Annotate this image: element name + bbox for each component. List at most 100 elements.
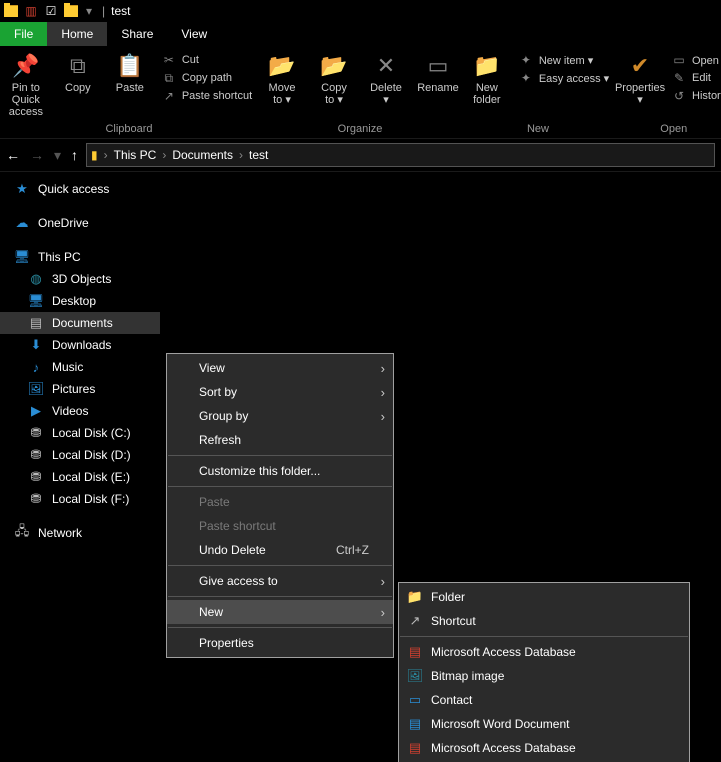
sidebar-item-disk-e[interactable]: ⛃Local Disk (E:) [0, 466, 160, 488]
menu-item-view[interactable]: View › [167, 356, 393, 380]
history-icon: ↺ [672, 89, 686, 103]
properties-icon: ✔ [626, 52, 654, 80]
sidebar-item-documents[interactable]: ▤Documents [0, 312, 160, 334]
edit-button[interactable]: ✎Edit [668, 70, 721, 86]
crumb-test[interactable]: test [249, 148, 268, 162]
sidebar-item-pictures[interactable]: 🖼Pictures [0, 378, 160, 400]
crumb-thispc[interactable]: This PC [114, 148, 157, 162]
menu-item-label: New [199, 605, 223, 619]
menu-home[interactable]: Home [47, 22, 107, 46]
menu-shortcut: Ctrl+Z [336, 543, 369, 557]
menu-item-shortcut[interactable]: ↗Shortcut [399, 609, 689, 633]
chevron-right-icon: › [381, 574, 385, 589]
contact-icon: ▭ [407, 692, 423, 708]
menu-item-giveaccess[interactable]: Give access to › [167, 569, 393, 593]
group-label: Clipboard [6, 123, 252, 135]
new-item-button[interactable]: ✦New item ▾ [515, 52, 613, 68]
menu-item-label: Bitmap image [431, 669, 504, 683]
new-folder-icon: 📁 [473, 52, 501, 80]
pin-quick-access-button[interactable]: 📌Pin to Quick access [2, 50, 50, 118]
menu-item-sortby[interactable]: Sort by› [167, 380, 393, 404]
music-icon: ♪ [28, 359, 44, 375]
menu-file[interactable]: File [0, 22, 47, 46]
paste-shortcut-button[interactable]: ↗Paste shortcut [158, 88, 256, 104]
menu-separator [168, 596, 392, 597]
menu-item-access2[interactable]: ▤Microsoft Access Database [399, 736, 689, 760]
menu-item-label: Microsoft Word Document [431, 717, 570, 731]
chevron-right-icon: › [381, 385, 385, 400]
menu-item-bitmap[interactable]: 🖼Bitmap image [399, 664, 689, 688]
menu-item-label: Group by [199, 409, 248, 423]
chevron-right-icon: › [239, 148, 243, 162]
chevron-right-icon: › [162, 148, 166, 162]
sidebar-item-music[interactable]: ♪Music [0, 356, 160, 378]
recent-dropdown-icon[interactable]: ▾ [54, 147, 61, 164]
sidebar-network[interactable]: 🖧Network [0, 522, 160, 544]
documents-icon: ▤ [28, 315, 44, 331]
new-item-icon: ✦ [519, 53, 533, 67]
open-button[interactable]: ▭Open ▾ [668, 52, 721, 68]
move-to-button[interactable]: 📂Move to ▾ [258, 50, 306, 106]
menu-item-undo[interactable]: Undo DeleteCtrl+Z [167, 538, 393, 562]
menu-item-groupby[interactable]: Group by› [167, 404, 393, 428]
copy-to-button[interactable]: 📂Copy to ▾ [310, 50, 358, 106]
crumb-documents[interactable]: Documents [172, 148, 233, 162]
menu-separator [168, 565, 392, 566]
sidebar-item-videos[interactable]: ▶Videos [0, 400, 160, 422]
rename-icon: ▭ [424, 52, 452, 80]
menu-separator [400, 636, 688, 637]
title-separator: | [102, 4, 105, 18]
ribbon-group-new: 📁New folder ✦New item ▾ ✦Easy access ▾ N… [464, 50, 612, 138]
sidebar-item-disk-d[interactable]: ⛃Local Disk (D:) [0, 444, 160, 466]
sidebar-item-downloads[interactable]: ⬇Downloads [0, 334, 160, 356]
new-folder-button[interactable]: 📁New folder [463, 50, 511, 106]
cut-icon: ✂ [162, 53, 176, 67]
back-button[interactable]: ← [6, 147, 20, 163]
paste-button[interactable]: 📋Paste [106, 50, 154, 94]
qat-save-icon[interactable]: ▥ [22, 2, 40, 20]
menu-item-label: View [199, 361, 225, 375]
easy-access-button[interactable]: ✦Easy access ▾ [515, 70, 613, 86]
ribbon-group-clipboard: 📌Pin to Quick access ⧉Copy 📋Paste ✂Cut ⧉… [2, 50, 256, 138]
copy-path-button[interactable]: ⧉Copy path [158, 70, 256, 86]
disk-icon: ⛃ [28, 447, 44, 463]
up-button[interactable]: ↑ [71, 147, 78, 163]
forward-button[interactable]: → [30, 147, 44, 163]
menu-separator [168, 627, 392, 628]
menu-item-customize[interactable]: Customize this folder... [167, 459, 393, 483]
menu-item-paste: Paste [167, 490, 393, 514]
menu-share[interactable]: Share [107, 22, 167, 46]
menu-item-refresh[interactable]: Refresh [167, 428, 393, 452]
menu-item-label: Paste shortcut [199, 519, 276, 533]
copy-button[interactable]: ⧉Copy [54, 50, 102, 94]
menu-item-new[interactable]: New› [167, 600, 393, 624]
sidebar-item-3dobjects[interactable]: ◍3D Objects [0, 268, 160, 290]
sidebar-item-disk-f[interactable]: ⛃Local Disk (F:) [0, 488, 160, 510]
new-submenu: 📁Folder↗Shortcut ▤Microsoft Access Databa… [398, 582, 690, 762]
qat-dropdown-icon[interactable]: ▾ [86, 4, 92, 18]
explorer-body: ★Quick access ☁OneDrive 🖥This PC ◍3D Obj… [0, 172, 721, 762]
menu-item-label: Refresh [199, 433, 241, 447]
menu-item-access[interactable]: ▤Microsoft Access Database [399, 640, 689, 664]
cut-button[interactable]: ✂Cut [158, 52, 256, 68]
move-icon: 📂 [268, 52, 296, 80]
delete-button[interactable]: ✕Delete ▾ [362, 50, 410, 106]
menu-item-properties[interactable]: Properties [167, 631, 393, 655]
menu-item-word[interactable]: ▤Microsoft Word Document [399, 712, 689, 736]
chevron-right-icon: › [381, 361, 385, 376]
breadcrumb[interactable]: ▮ › This PC › Documents › test [86, 143, 715, 167]
menu-item-label: Give access to [199, 574, 278, 588]
sidebar-quick-access[interactable]: ★Quick access [0, 178, 160, 200]
properties-button[interactable]: ✔Properties ▾ [616, 50, 664, 106]
cube-icon: ◍ [28, 271, 44, 287]
sidebar-item-desktop[interactable]: 🖥Desktop [0, 290, 160, 312]
menu-view[interactable]: View [167, 22, 221, 46]
qat-undo-icon[interactable]: ☑ [42, 2, 60, 20]
sidebar-onedrive[interactable]: ☁OneDrive [0, 212, 160, 234]
menu-item-folder[interactable]: 📁Folder [399, 585, 689, 609]
sidebar-item-disk-c[interactable]: ⛃Local Disk (C:) [0, 422, 160, 444]
menu-item-contact[interactable]: ▭Contact [399, 688, 689, 712]
sidebar-thispc[interactable]: 🖥This PC [0, 246, 160, 268]
history-button[interactable]: ↺History [668, 88, 721, 104]
rename-button[interactable]: ▭Rename [414, 50, 462, 94]
